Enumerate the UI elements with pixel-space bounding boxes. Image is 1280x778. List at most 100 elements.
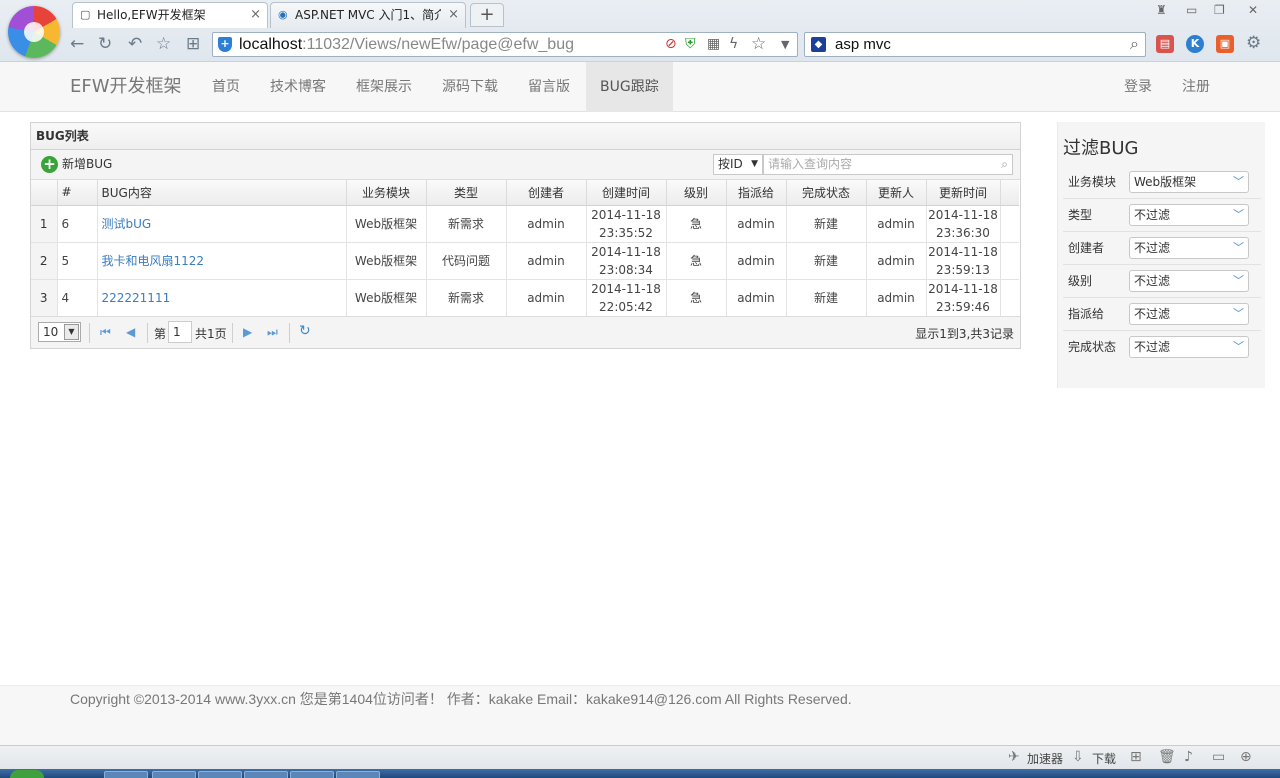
filter-row-status: 完成状态 不过滤 ﹀: [1063, 331, 1261, 364]
column-header-type[interactable]: 类型: [426, 180, 507, 206]
accelerator-label[interactable]: 加速器: [1027, 750, 1063, 767]
bug-id: 6: [57, 205, 98, 243]
bug-module: Web版框架: [346, 279, 427, 317]
query-input[interactable]: 请输入查询内容 ⌕: [763, 154, 1013, 175]
filter-select-creator[interactable]: 不过滤 ﹀: [1129, 237, 1249, 259]
filter-select-type[interactable]: 不过滤 ﹀: [1129, 204, 1249, 226]
page-size-select[interactable]: 10 ▼: [38, 322, 81, 342]
new-tab-button[interactable]: +: [470, 3, 504, 27]
taskbar-item[interactable]: [152, 771, 196, 778]
bug-content-link[interactable]: 我卡和电风扇1122: [102, 254, 205, 268]
close-window-icon[interactable]: ✕: [1248, 3, 1258, 17]
taskbar-item[interactable]: [244, 771, 288, 778]
menu-item-home[interactable]: 首页: [198, 62, 254, 112]
login-link[interactable]: 登录: [1110, 62, 1166, 112]
column-header-status[interactable]: 完成状态: [786, 180, 867, 206]
table-row[interactable]: 2 5 我卡和电风扇1122 Web版框架 代码问题 admin 2014-11…: [31, 242, 1019, 280]
filter-label: 完成状态: [1068, 340, 1117, 354]
refresh-icon[interactable]: ↻: [299, 323, 311, 339]
column-header-created-time[interactable]: 创建时间: [586, 180, 667, 206]
previous-page-icon[interactable]: ◀: [126, 324, 135, 340]
undo-icon[interactable]: ↶: [128, 34, 142, 54]
extension-icon[interactable]: ▤: [1156, 35, 1174, 53]
menu-item-guestbook[interactable]: 留言版: [514, 62, 584, 112]
safe-shield-icon[interactable]: ⛨: [685, 36, 696, 52]
page-total: 共1页: [195, 327, 227, 341]
download-icon[interactable]: ⇩: [1072, 749, 1084, 765]
menu-item-showcase[interactable]: 框架展示: [342, 62, 426, 112]
column-header-id[interactable]: #: [57, 180, 98, 206]
extension-icon[interactable]: K: [1186, 35, 1204, 53]
menu-item-blog[interactable]: 技术博客: [256, 62, 340, 112]
close-icon[interactable]: ×: [250, 3, 261, 27]
apps-icon[interactable]: ⊞: [186, 34, 200, 54]
column-header-updater[interactable]: 更新人: [866, 180, 927, 206]
search-bar[interactable]: ◆ asp mvc ⌕: [804, 32, 1146, 57]
download-label[interactable]: 下载: [1092, 750, 1116, 767]
menu-item-bug-tracking[interactable]: BUG跟踪: [586, 62, 673, 112]
next-page-icon[interactable]: ▶: [243, 324, 252, 340]
accelerator-icon[interactable]: ✈: [1008, 749, 1020, 765]
menu-item-download[interactable]: 源码下载: [428, 62, 512, 112]
lightning-icon[interactable]: ϟ: [729, 36, 738, 52]
favorite-icon[interactable]: ☆: [156, 34, 171, 54]
column-header-updated-time[interactable]: 更新时间: [926, 180, 1001, 206]
reload-icon[interactable]: ↻: [98, 34, 112, 54]
column-header-assignee[interactable]: 指派给: [726, 180, 787, 206]
taskbar-item[interactable]: [104, 771, 148, 778]
block-icon[interactable]: ⊘: [665, 36, 677, 52]
address-bar[interactable]: + localhost:11032/Views/newEfw/page@efw_…: [212, 32, 798, 57]
pager-divider: [147, 323, 148, 343]
tab-aspnet[interactable]: ◉ ASP.NET MVC 入门1、简介 ×: [270, 2, 466, 28]
screen-icon[interactable]: ▭: [1212, 749, 1225, 765]
wrench-icon[interactable]: ⚙: [1246, 33, 1261, 53]
register-link[interactable]: 注册: [1168, 62, 1224, 112]
search-engine-icon[interactable]: ◆: [811, 37, 826, 52]
site-brand[interactable]: EFW开发框架: [70, 62, 182, 112]
taskbar-item[interactable]: [290, 771, 334, 778]
tab-efw[interactable]: ▢ Hello,EFW开发框架 ×: [72, 2, 268, 28]
filter-select-module[interactable]: Web版框架 ﹀: [1129, 171, 1249, 193]
column-header-creator[interactable]: 创建者: [506, 180, 587, 206]
table-row[interactable]: 3 4 222221111 Web版框架 新需求 admin 2014-11-1…: [31, 279, 1019, 317]
back-icon[interactable]: ←: [70, 34, 84, 54]
minimize-icon[interactable]: ▭: [1186, 3, 1197, 17]
filter-select-status[interactable]: 不过滤 ﹀: [1129, 336, 1249, 358]
search-field-select[interactable]: 按ID ▼: [713, 154, 763, 175]
bug-id: 4: [57, 279, 98, 317]
search-icon[interactable]: ⌕: [1001, 155, 1008, 174]
bug-content-link[interactable]: 测试bUG: [102, 217, 152, 231]
column-header-content[interactable]: BUG内容: [97, 180, 347, 206]
column-header-level[interactable]: 级别: [666, 180, 727, 206]
add-bug-button[interactable]: + 新增BUG: [41, 156, 112, 173]
star-icon[interactable]: ☆: [751, 34, 766, 54]
bug-content-link[interactable]: 222221111: [102, 291, 171, 305]
filter-select-level[interactable]: 不过滤 ﹀: [1129, 270, 1249, 292]
zoom-icon[interactable]: ⊕: [1240, 749, 1252, 765]
shirt-icon[interactable]: ♜: [1156, 3, 1167, 17]
qrcode-icon[interactable]: ▦: [707, 36, 720, 52]
window-icon[interactable]: ⊞: [1130, 749, 1142, 765]
last-page-icon[interactable]: ⏭: [267, 324, 278, 340]
search-icon[interactable]: ⌕: [1130, 34, 1139, 54]
first-page-icon[interactable]: ⏮: [100, 324, 111, 340]
panel-title: BUG列表: [31, 123, 1020, 150]
search-input[interactable]: asp mvc: [835, 33, 891, 56]
extension-icon[interactable]: ▣: [1216, 35, 1234, 53]
close-icon[interactable]: ×: [448, 3, 459, 27]
browser-status-bar: ✈ 加速器 ⇩ 下载 ⊞ 🗑 ♪ ▭ ⊕: [0, 745, 1280, 769]
dropdown-icon[interactable]: ▼: [781, 38, 789, 51]
taskbar-item[interactable]: [336, 771, 380, 778]
restore-icon[interactable]: ❐: [1214, 3, 1225, 17]
table-row[interactable]: 1 6 测试bUG Web版框架 新需求 admin 2014-11-18 23:…: [31, 205, 1019, 243]
column-header-rownum: [31, 180, 58, 206]
filter-select-assignee[interactable]: 不过滤 ﹀: [1129, 303, 1249, 325]
url-text[interactable]: localhost:11032/Views/newEfw/page@efw_bu…: [239, 33, 574, 56]
trash-icon[interactable]: 🗑: [1158, 749, 1176, 765]
start-button-icon[interactable]: [10, 770, 44, 778]
sound-icon[interactable]: ♪: [1184, 749, 1193, 765]
column-header-module[interactable]: 业务模块: [346, 180, 427, 206]
taskbar-item[interactable]: [198, 771, 242, 778]
page-number-input[interactable]: 1: [168, 321, 192, 343]
bug-content: 222221111: [97, 279, 347, 317]
